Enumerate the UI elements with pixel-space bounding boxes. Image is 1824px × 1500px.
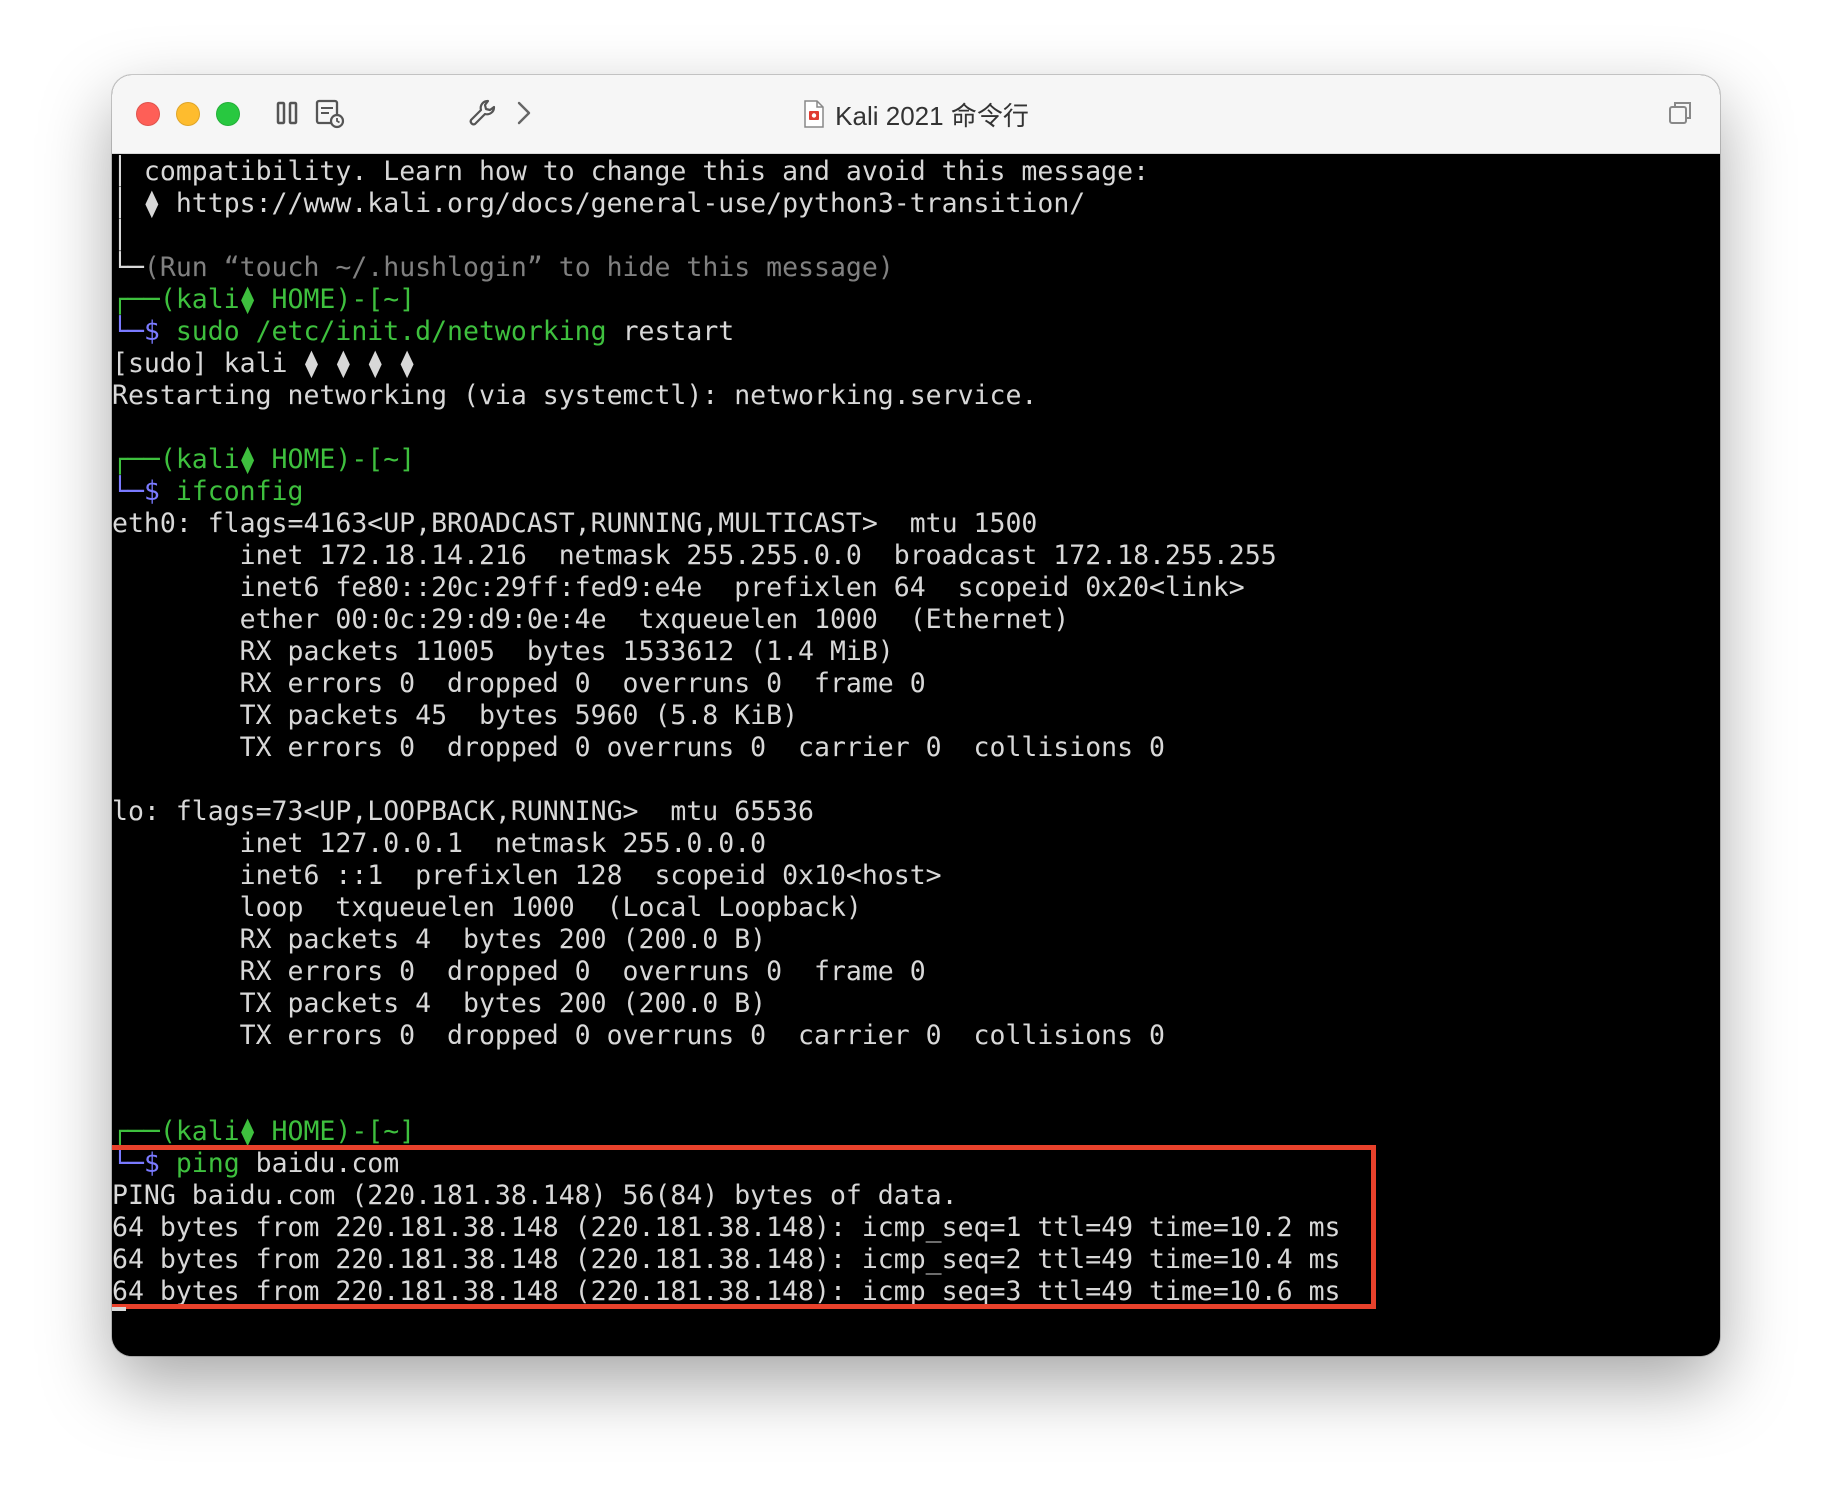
terminal-line: │ compatibility. Learn how to change thi… bbox=[112, 156, 1150, 187]
terminal-line: eth0: flags=4163<UP,BROADCAST,RUNNING,MU… bbox=[112, 508, 1038, 539]
terminal-line: [sudo] kali ⧫ ⧫ ⧫ ⧫ bbox=[112, 348, 416, 379]
terminal-line: ether 00:0c:29:d9:0e:4e txqueuelen 1000 … bbox=[112, 604, 1070, 635]
restore-window-icon[interactable] bbox=[1662, 95, 1698, 131]
terminal-window: Kali 2021 命令行 │ compatibility. Learn how… bbox=[112, 75, 1720, 1356]
terminal-line: TX errors 0 dropped 0 overruns 0 carrier… bbox=[112, 1020, 1165, 1051]
terminal-line: RX packets 11005 bytes 1533612 (1.4 MiB) bbox=[112, 636, 894, 667]
terminal-output[interactable]: │ compatibility. Learn how to change thi… bbox=[112, 154, 1720, 1356]
text-cursor bbox=[112, 1307, 126, 1311]
terminal-line: RX errors 0 dropped 0 overruns 0 frame 0 bbox=[112, 668, 926, 699]
terminal-line: inet 172.18.14.216 netmask 255.255.0.0 b… bbox=[112, 540, 1277, 571]
terminal-line: RX errors 0 dropped 0 overruns 0 frame 0 bbox=[112, 956, 926, 987]
shell-prompt: ┌──(kali⧫ HOME)-[~] bbox=[112, 1116, 416, 1147]
window-title-text: Kali 2021 命令行 bbox=[835, 100, 1029, 131]
terminal-line: └─(Run “touch ~/.hushlogin” to hide this… bbox=[112, 252, 894, 283]
terminal-line: loop txqueuelen 1000 (Local Loopback) bbox=[112, 892, 862, 923]
terminal-line: RX packets 4 bytes 200 (200.0 B) bbox=[112, 924, 767, 955]
terminal-line: inet6 fe80::20c:29ff:fed9:e4e prefixlen … bbox=[112, 572, 1245, 603]
title-bar: Kali 2021 命令行 bbox=[112, 75, 1720, 154]
terminal-line: TX packets 45 bytes 5960 (5.8 KiB) bbox=[112, 700, 799, 731]
window-title: Kali 2021 命令行 bbox=[112, 75, 1720, 153]
terminal-line: Restarting networking (via systemctl): n… bbox=[112, 380, 1038, 411]
terminal-line: lo: flags=73<UP,LOOPBACK,RUNNING> mtu 65… bbox=[112, 796, 814, 827]
command-line: └─$ ifconfig bbox=[112, 476, 304, 507]
command-line: └─$ sudo /etc/init.d/networking restart bbox=[112, 316, 735, 347]
highlight-box bbox=[112, 1145, 1376, 1309]
document-icon bbox=[804, 100, 824, 128]
shell-prompt: ┌──(kali⧫ HOME)-[~] bbox=[112, 444, 416, 475]
terminal-line: TX errors 0 dropped 0 overruns 0 carrier… bbox=[112, 732, 1165, 763]
terminal-line: │ bbox=[112, 220, 128, 251]
terminal-line: inet 127.0.0.1 netmask 255.0.0.0 bbox=[112, 828, 767, 859]
terminal-line: inet6 ::1 prefixlen 128 scopeid 0x10<hos… bbox=[112, 860, 942, 891]
terminal-line: │ ⧫ https://www.kali.org/docs/general-us… bbox=[112, 188, 1086, 219]
shell-prompt: ┌──(kali⧫ HOME)-[~] bbox=[112, 284, 416, 315]
terminal-line: TX packets 4 bytes 200 (200.0 B) bbox=[112, 988, 767, 1019]
